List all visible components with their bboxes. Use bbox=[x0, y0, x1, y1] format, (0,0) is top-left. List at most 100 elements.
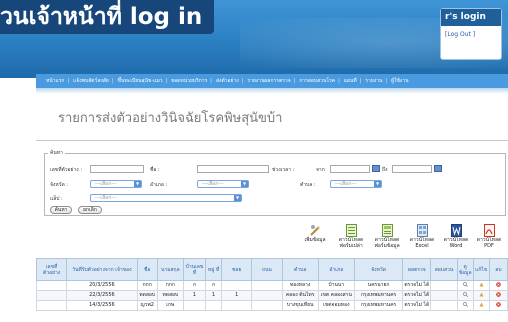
add-icon bbox=[309, 222, 321, 236]
district-label: อำเภอ : bbox=[150, 182, 168, 188]
cell-edit bbox=[472, 300, 490, 311]
date-to-label: ถึง bbox=[382, 167, 388, 173]
logout-link[interactable]: [Log Out ] bbox=[445, 31, 475, 38]
date-from-input[interactable] bbox=[330, 165, 370, 173]
province-select[interactable]: ---เลือก--- ▼ bbox=[90, 180, 142, 188]
cell-last-name: ทดสอบ bbox=[156, 290, 184, 301]
chevron-down-icon: ▼ bbox=[374, 181, 381, 187]
col-header-edit: แก้ไข bbox=[472, 258, 490, 281]
samples-table: เลขที่ ตัวอย่าง วันที่รับตัวอย่างจาก เจ้… bbox=[36, 258, 508, 311]
col-header-soi[interactable]: ซอย bbox=[221, 258, 253, 281]
calendar-from-icon[interactable] bbox=[372, 165, 380, 172]
cell-house-no bbox=[182, 300, 207, 311]
cell-district: บ้านนา bbox=[317, 280, 355, 291]
cell-first-name: กกก bbox=[136, 280, 158, 291]
cell-last-name: กกก bbox=[156, 280, 184, 291]
cell-result: ตรวจไม่ ได้ bbox=[402, 280, 432, 291]
edit-icon[interactable] bbox=[479, 302, 484, 307]
cell-province: นครนายก bbox=[353, 280, 404, 291]
date-range-label: ช่วงเวลา : bbox=[272, 167, 295, 173]
nav-item-send-samples[interactable]: ส่งตัวอย่าง | bbox=[216, 77, 243, 85]
nav-item-service-units[interactable]: ยอดหน่วยบริการ | bbox=[171, 77, 212, 85]
subdistrict-select[interactable]: ---เลือก--- ▼ bbox=[330, 180, 382, 188]
chevron-down-icon: ▼ bbox=[241, 181, 248, 187]
col-header-first-name[interactable]: ชื่อ bbox=[136, 258, 158, 281]
nav-item-register-pets[interactable]: ขึ้นทะเบียนสุนัข-แมว | bbox=[118, 77, 168, 85]
cell-view bbox=[456, 290, 474, 301]
col-header-village-no[interactable]: หมู่ ที่ bbox=[205, 258, 223, 281]
download-excel-button[interactable]: ดาวน์โหลด Excel bbox=[405, 222, 439, 260]
cell-subdistrict: ทองหลาง bbox=[281, 280, 319, 291]
samples-table-wrapper: เลขที่ ตัวอย่าง วันที่รับตัวอย่างจาก เจ้… bbox=[36, 258, 508, 322]
nav-item-users[interactable]: ผู้ใช้งาน bbox=[391, 77, 408, 85]
cell-house-no: ก bbox=[182, 280, 207, 291]
sample-no-input[interactable] bbox=[90, 165, 144, 173]
cell-district: เขต คลองสาน bbox=[317, 290, 355, 301]
login-panel: r's login [Log Out ] bbox=[440, 8, 502, 60]
cell-view bbox=[456, 280, 474, 291]
cell-soi bbox=[221, 300, 253, 311]
magnifier-icon[interactable] bbox=[462, 302, 468, 308]
cell-delete bbox=[488, 300, 508, 311]
page-title: รายการส่งตัวอย่างวินิจฉัยโรคพิษสุนัขบ้า bbox=[58, 111, 283, 126]
province-select-value: ---เลือก--- bbox=[95, 181, 117, 187]
nav-item-reports[interactable]: รายงาน | bbox=[365, 77, 387, 85]
edit-icon[interactable] bbox=[479, 282, 484, 287]
cell-province: กรุงเทพมหานคร bbox=[353, 300, 404, 311]
add-data-button[interactable]: เพิ่มข้อมูล bbox=[298, 222, 332, 260]
chevron-down-icon: ▼ bbox=[234, 195, 241, 201]
download-word-label: ดาวน์โหลด Word bbox=[443, 237, 469, 249]
edit-icon[interactable] bbox=[479, 292, 484, 297]
download-word-button[interactable]: ดาวน์โหลด Word bbox=[439, 222, 473, 260]
col-header-house-no[interactable]: บ้านเลข ที่ bbox=[182, 258, 207, 281]
cell-village-no bbox=[205, 300, 223, 311]
cell-road bbox=[251, 280, 283, 291]
col-header-received-date[interactable]: วันที่รับตัวอย่างจาก เจ้าของ bbox=[66, 258, 138, 281]
cell-village-no: ก bbox=[205, 280, 223, 291]
cell-received-date: 20/3/2556 bbox=[66, 280, 138, 291]
col-header-sample-no[interactable]: เลขที่ ตัวอย่าง bbox=[36, 258, 68, 281]
magnifier-icon[interactable] bbox=[462, 282, 468, 288]
col-header-result[interactable]: ผลตรวจ bbox=[402, 258, 432, 281]
search-button[interactable]: ค้นหา bbox=[50, 206, 72, 214]
data-form-icon bbox=[381, 222, 393, 237]
nav-item-investigation[interactable]: การสอบสวนโรค | bbox=[299, 77, 339, 85]
date-to-input[interactable] bbox=[392, 165, 432, 173]
delete-icon[interactable] bbox=[496, 302, 501, 307]
district-select[interactable]: ---เลือก--- ▼ bbox=[197, 180, 249, 188]
delete-icon[interactable] bbox=[496, 282, 501, 287]
col-header-last-name[interactable]: นามสกุล bbox=[156, 258, 184, 281]
lab-select[interactable]: ---เลือก--- ▼ bbox=[90, 194, 242, 202]
col-header-investigation[interactable]: สอบสวน bbox=[430, 258, 458, 281]
col-header-district[interactable]: อำเภอ bbox=[317, 258, 355, 281]
sample-no-label: เลขที่ตัวอย่าง : bbox=[50, 167, 82, 173]
delete-icon[interactable] bbox=[496, 292, 501, 297]
chevron-down-icon: ▼ bbox=[134, 181, 141, 187]
subdistrict-select-value: ---เลือก--- bbox=[335, 181, 357, 187]
nav-item-test-results[interactable]: รายงานผลการตรวจ | bbox=[247, 77, 295, 85]
word-icon bbox=[450, 222, 462, 237]
download-blank-form-button[interactable]: ดาวน์โหลด ฟอร์มเปล่า bbox=[334, 222, 368, 260]
table-header-row: เลขที่ ตัวอย่าง วันที่รับตัวอย่างจาก เจ้… bbox=[36, 258, 508, 281]
magnifier-icon[interactable] bbox=[462, 292, 468, 298]
cell-result: ตรวจไม่ ได้ bbox=[402, 300, 432, 311]
cell-house-no: 1 bbox=[182, 290, 207, 301]
cell-sample-no bbox=[36, 300, 68, 311]
col-header-road[interactable]: ถนน bbox=[251, 258, 283, 281]
main-nav: หน้าแรก | แจ้งพบสัตว์สงสัย | ขึ้นทะเบียนสุ… bbox=[36, 74, 508, 88]
download-data-form-button[interactable]: ดาวน์โหลด ฟอร์มข้อมูล bbox=[370, 222, 404, 260]
name-input[interactable] bbox=[197, 165, 269, 173]
nav-item-map[interactable]: แผนที่ | bbox=[344, 77, 362, 85]
download-data-form-label: ดาวน์โหลด ฟอร์มข้อมูล bbox=[374, 237, 400, 249]
login-panel-title: r's login bbox=[441, 9, 501, 26]
nav-item-home[interactable]: หน้าแรก | bbox=[46, 77, 69, 85]
cell-investigation bbox=[430, 280, 458, 291]
col-header-subdistrict[interactable]: ตำบล bbox=[281, 258, 319, 281]
cancel-button[interactable]: ยกเลิก bbox=[78, 206, 102, 214]
col-header-province[interactable]: จังหวัด bbox=[353, 258, 404, 281]
col-header-delete: ลบ bbox=[488, 258, 508, 281]
nav-item-report-suspect[interactable]: แจ้งพบสัตว์สงสัย | bbox=[73, 77, 113, 85]
calendar-to-icon[interactable] bbox=[434, 165, 442, 172]
province-label: จังหวัด : bbox=[50, 182, 68, 188]
download-pdf-button[interactable]: ดาวน์โหลด PDF bbox=[472, 222, 506, 260]
